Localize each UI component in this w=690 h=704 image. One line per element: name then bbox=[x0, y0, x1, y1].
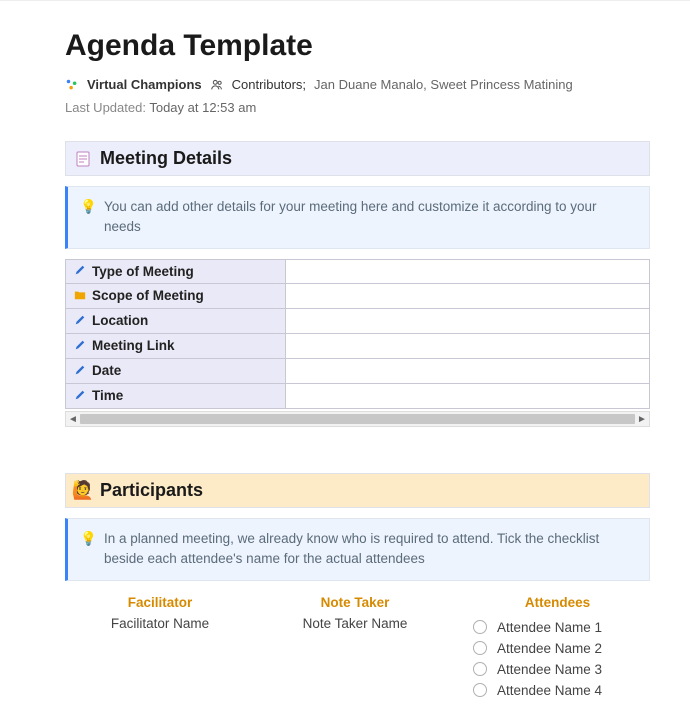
sparkle-icon bbox=[65, 78, 79, 92]
facilitator-column: Facilitator Facilitator Name bbox=[65, 595, 255, 704]
notetaker-name[interactable]: Note Taker Name bbox=[303, 616, 408, 631]
notetaker-column: Note Taker Note Taker Name bbox=[255, 595, 455, 704]
participants-roles: Facilitator Facilitator Name Note Taker … bbox=[65, 595, 650, 704]
detail-value-cell[interactable] bbox=[286, 384, 650, 409]
detail-label: Date bbox=[92, 363, 121, 378]
detail-label: Location bbox=[92, 313, 148, 328]
scroll-left-arrow-icon[interactable]: ◄ bbox=[68, 414, 78, 425]
detail-label-cell: Location bbox=[66, 309, 286, 334]
scroll-track[interactable] bbox=[80, 414, 635, 424]
attendee-name[interactable]: Attendee Name 4 bbox=[497, 683, 602, 698]
section-title-details: Meeting Details bbox=[100, 148, 232, 169]
pencil-icon bbox=[74, 339, 88, 354]
horizontal-scrollbar[interactable]: ◄ ► bbox=[65, 411, 650, 427]
detail-value-cell[interactable] bbox=[286, 259, 650, 284]
attendee-checkbox[interactable] bbox=[473, 683, 487, 697]
detail-value-cell[interactable] bbox=[286, 359, 650, 384]
page-root: Agenda Template Virtual Champions Contri… bbox=[0, 1, 690, 704]
table-row: Location bbox=[66, 309, 650, 334]
callout-participants: 💡 In a planned meeting, we already know … bbox=[65, 518, 650, 581]
attendee-item: Attendee Name 3 bbox=[465, 662, 602, 677]
attendee-name[interactable]: Attendee Name 2 bbox=[497, 641, 602, 656]
notetaker-title: Note Taker bbox=[321, 595, 390, 610]
detail-label-cell: Meeting Link bbox=[66, 334, 286, 359]
attendee-checkbox[interactable] bbox=[473, 662, 487, 676]
detail-label-cell: Type of Meeting bbox=[66, 259, 286, 284]
page-title: Agenda Template bbox=[65, 29, 650, 63]
scroll-right-arrow-icon[interactable]: ► bbox=[637, 414, 647, 425]
section-gap bbox=[65, 427, 650, 473]
notepad-icon bbox=[74, 150, 92, 168]
attendee-checkbox[interactable] bbox=[473, 641, 487, 655]
table-row: Scope of Meeting bbox=[66, 284, 650, 309]
people-icon bbox=[210, 78, 224, 92]
facilitator-title: Facilitator bbox=[128, 595, 193, 610]
section-header-participants: 🙋 Participants bbox=[65, 473, 650, 508]
table-row: Type of Meeting bbox=[66, 259, 650, 284]
table-row: Time bbox=[66, 384, 650, 409]
attendees-title: Attendees bbox=[525, 595, 590, 610]
meta-row: Virtual Champions Contributors; Jan Duan… bbox=[65, 77, 650, 92]
lightbulb-icon: 💡 bbox=[80, 529, 94, 549]
updated-label: Last Updated: bbox=[65, 100, 146, 115]
detail-value-cell[interactable] bbox=[286, 334, 650, 359]
attendee-name[interactable]: Attendee Name 3 bbox=[497, 662, 602, 677]
attendee-name[interactable]: Attendee Name 1 bbox=[497, 620, 602, 635]
attendee-item: Attendee Name 1 bbox=[465, 620, 602, 635]
facilitator-name[interactable]: Facilitator Name bbox=[111, 616, 209, 631]
callout-details-text[interactable]: You can add other details for your meeti… bbox=[104, 197, 637, 238]
pencil-icon bbox=[74, 389, 88, 404]
meeting-details-table: Type of Meeting Scope of Meeting Location M… bbox=[65, 259, 650, 410]
updated-value: Today at 12:53 am bbox=[149, 100, 256, 115]
detail-label-cell: Date bbox=[66, 359, 286, 384]
attendee-item: Attendee Name 4 bbox=[465, 683, 602, 698]
detail-label: Meeting Link bbox=[92, 338, 175, 353]
contributors-label: Contributors; bbox=[232, 77, 306, 92]
section-header-meeting-details: Meeting Details bbox=[65, 141, 650, 176]
attendees-column: Attendees Attendee Name 1 Attendee Name 2… bbox=[455, 595, 650, 704]
pencil-icon bbox=[74, 264, 88, 279]
pencil-icon bbox=[74, 314, 88, 329]
attendee-checkbox[interactable] bbox=[473, 620, 487, 634]
workspace-name[interactable]: Virtual Champions bbox=[87, 77, 202, 92]
last-updated: Last Updated: Today at 12:53 am bbox=[65, 100, 650, 115]
folder-icon bbox=[74, 289, 88, 304]
callout-participants-text[interactable]: In a planned meeting, we already know wh… bbox=[104, 529, 637, 570]
pencil-icon bbox=[74, 364, 88, 379]
detail-value-cell[interactable] bbox=[286, 309, 650, 334]
contributors-names[interactable]: Jan Duane Manalo, Sweet Princess Matinin… bbox=[314, 77, 573, 92]
detail-label: Scope of Meeting bbox=[92, 288, 204, 303]
callout-details: 💡 You can add other details for your mee… bbox=[65, 186, 650, 249]
lightbulb-icon: 💡 bbox=[80, 197, 94, 217]
detail-label-cell: Scope of Meeting bbox=[66, 284, 286, 309]
attendee-item: Attendee Name 2 bbox=[465, 641, 602, 656]
detail-label: Type of Meeting bbox=[92, 264, 194, 279]
detail-label-cell: Time bbox=[66, 384, 286, 409]
raising-hand-icon: 🙋 bbox=[74, 482, 92, 500]
detail-value-cell[interactable] bbox=[286, 284, 650, 309]
table-row: Meeting Link bbox=[66, 334, 650, 359]
detail-label: Time bbox=[92, 388, 123, 403]
table-row: Date bbox=[66, 359, 650, 384]
section-title-participants: Participants bbox=[100, 480, 203, 501]
